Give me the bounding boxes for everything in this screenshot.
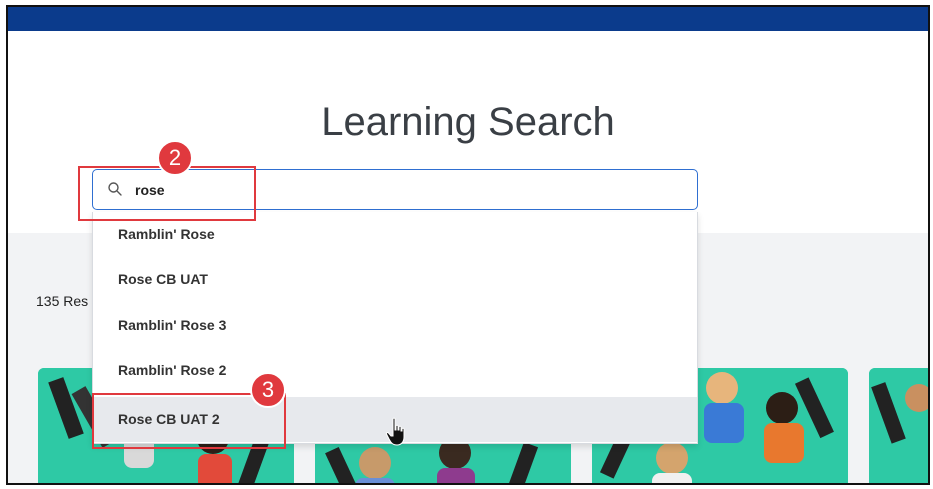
suggestion-item[interactable]: Ramblin' Rose 3 [93,303,697,348]
hand-pointer-icon [385,417,405,446]
course-thumbnail [869,368,928,483]
suggestion-item[interactable]: Rose CB UAT [93,257,697,302]
results-count: 135 Res [36,293,89,309]
step-badge-3: 3 [250,372,286,408]
course-card[interactable] [869,368,928,483]
step-badge-2: 2 [157,140,193,176]
page-title: Learning Search [321,100,615,144]
top-navigation-bar [8,7,928,31]
app-frame: Learning Search 135 Res rose Ramblin' Ro… [6,5,930,485]
suggestion-item[interactable]: Ramblin' Rose 2 [93,348,697,393]
